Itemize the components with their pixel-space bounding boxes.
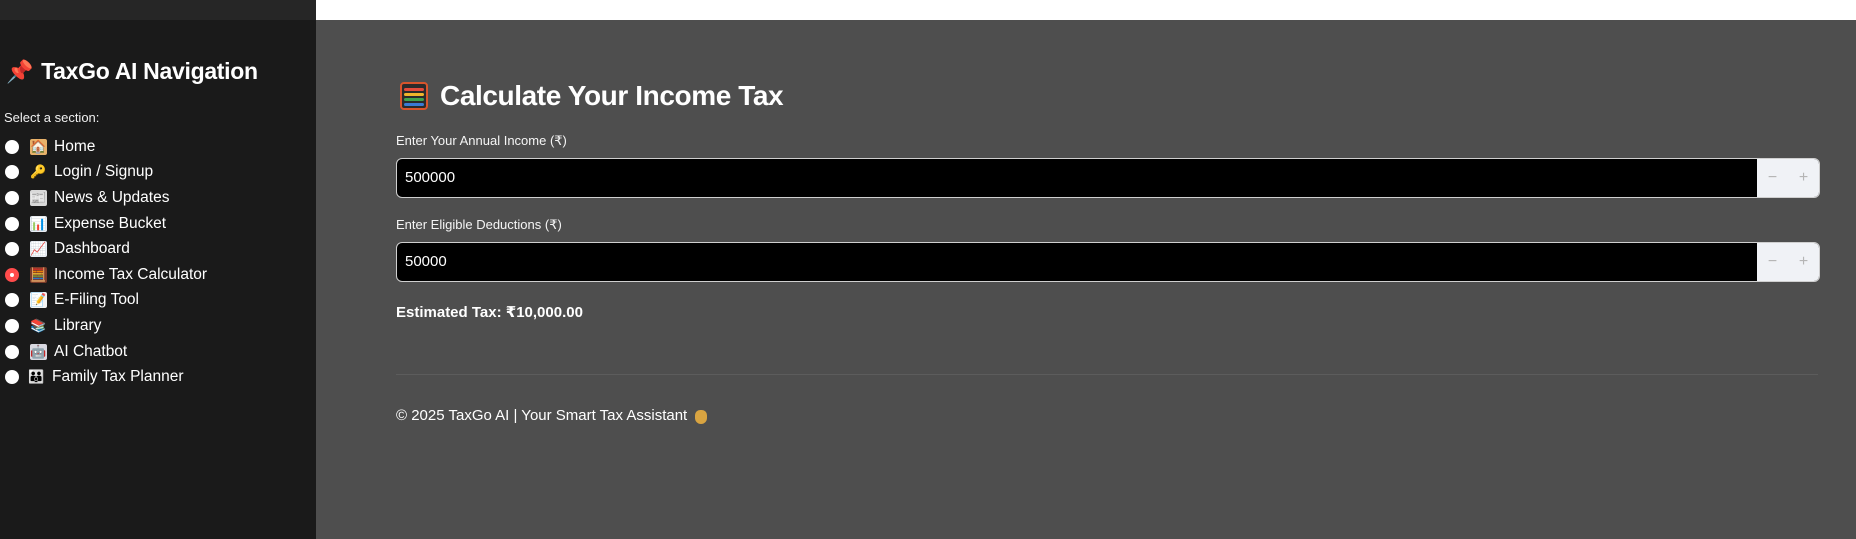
nav-item-news-updates[interactable]: 📰 News & Updates bbox=[5, 185, 207, 211]
nav-item-expense-bucket[interactable]: 📊 Expense Bucket bbox=[5, 211, 207, 237]
radio-button[interactable] bbox=[5, 190, 19, 205]
sidebar: 📌 TaxGo AI Navigation Select a section: … bbox=[0, 0, 316, 539]
estimated-tax-result: Estimated Tax: ₹10,000.00 bbox=[396, 304, 583, 321]
page-title-text: Calculate Your Income Tax bbox=[440, 80, 784, 111]
radio-button[interactable] bbox=[5, 318, 19, 333]
memo-icon: 📝 bbox=[30, 292, 47, 309]
annual-income-value[interactable]: 500000 bbox=[397, 159, 1757, 197]
nav-item-ai-chatbot[interactable]: 🤖 AI Chatbot bbox=[5, 339, 207, 365]
nav-item-library[interactable]: 📚 Library bbox=[5, 313, 207, 339]
pushpin-icon: 📌 bbox=[6, 58, 34, 84]
key-icon: 🔑 bbox=[30, 164, 47, 180]
house-icon: 🏠 bbox=[30, 138, 47, 155]
radio-button[interactable] bbox=[5, 216, 19, 231]
sidebar-title-text: TaxGo AI Navigation bbox=[41, 58, 258, 84]
nav-item-label: Login / Signup bbox=[54, 163, 154, 181]
abacus-icon bbox=[400, 82, 428, 110]
page-title: Calculate Your Income Tax bbox=[400, 80, 784, 112]
nav-item-dashboard[interactable]: 📈 Dashboard bbox=[5, 236, 207, 262]
nav-item-label: AI Chatbot bbox=[54, 342, 128, 360]
nav-item-label: Family Tax Planner bbox=[52, 368, 184, 386]
newspaper-icon: 📰 bbox=[30, 189, 47, 206]
nav-item-label: Dashboard bbox=[54, 240, 130, 258]
income-increment-button[interactable]: + bbox=[1788, 159, 1819, 197]
nav-item-income-tax-calculator[interactable]: 🧮 Income Tax Calculator bbox=[5, 262, 207, 288]
footer-text: © 2025 TaxGo AI | Your Smart Tax Assista… bbox=[396, 407, 688, 424]
top-header-bar bbox=[316, 0, 1856, 20]
deductions-value[interactable]: 50000 bbox=[397, 243, 1757, 281]
main-content: Calculate Your Income Tax Enter Your Ann… bbox=[316, 20, 1856, 539]
money-bag-icon bbox=[695, 409, 708, 424]
sidebar-title: 📌 TaxGo AI Navigation bbox=[6, 58, 258, 85]
section-select-label: Select a section: bbox=[4, 110, 100, 125]
abacus-icon: 🧮 bbox=[30, 266, 47, 283]
income-decrement-button[interactable]: − bbox=[1757, 159, 1788, 197]
section-radio-group: 🏠 Home 🔑 Login / Signup 📰 News & Updates… bbox=[5, 134, 207, 390]
deductions-label: Enter Eligible Deductions (₹) bbox=[396, 217, 562, 232]
nav-item-login-signup[interactable]: 🔑 Login / Signup bbox=[5, 160, 207, 186]
nav-item-label: News & Updates bbox=[54, 188, 170, 206]
nav-item-home[interactable]: 🏠 Home bbox=[5, 134, 207, 160]
radio-button[interactable] bbox=[5, 139, 19, 154]
nav-item-label: Income Tax Calculator bbox=[54, 265, 208, 283]
books-icon: 📚 bbox=[30, 317, 47, 333]
nav-item-label: Expense Bucket bbox=[54, 214, 167, 232]
radio-button[interactable] bbox=[5, 293, 19, 308]
annual-income-input[interactable]: 500000 − + bbox=[396, 158, 1820, 198]
deductions-increment-button[interactable]: + bbox=[1788, 243, 1819, 281]
nav-item-label: Home bbox=[54, 137, 96, 155]
income-label: Enter Your Annual Income (₹) bbox=[396, 133, 567, 148]
radio-button[interactable] bbox=[5, 370, 19, 385]
deductions-input[interactable]: 50000 − + bbox=[396, 242, 1820, 282]
nav-item-e-filing-tool[interactable]: 📝 E-Filing Tool bbox=[5, 288, 207, 314]
radio-button[interactable] bbox=[5, 165, 19, 180]
family-icon: 👪 bbox=[28, 369, 45, 385]
divider bbox=[396, 374, 1818, 375]
nav-item-family-tax-planner[interactable]: 👪 Family Tax Planner bbox=[5, 364, 207, 390]
radio-button-selected[interactable] bbox=[5, 267, 19, 282]
sidebar-header-strip bbox=[0, 0, 316, 20]
robot-icon: 🤖 bbox=[30, 343, 47, 360]
radio-button[interactable] bbox=[5, 242, 19, 257]
bar-chart-icon: 📊 bbox=[30, 215, 47, 232]
line-chart-icon: 📈 bbox=[30, 241, 47, 258]
nav-item-label: Library bbox=[54, 316, 102, 334]
radio-button[interactable] bbox=[5, 344, 19, 359]
nav-item-label: E-Filing Tool bbox=[54, 291, 140, 309]
deductions-decrement-button[interactable]: − bbox=[1757, 243, 1788, 281]
footer: © 2025 TaxGo AI | Your Smart Tax Assista… bbox=[396, 407, 708, 424]
